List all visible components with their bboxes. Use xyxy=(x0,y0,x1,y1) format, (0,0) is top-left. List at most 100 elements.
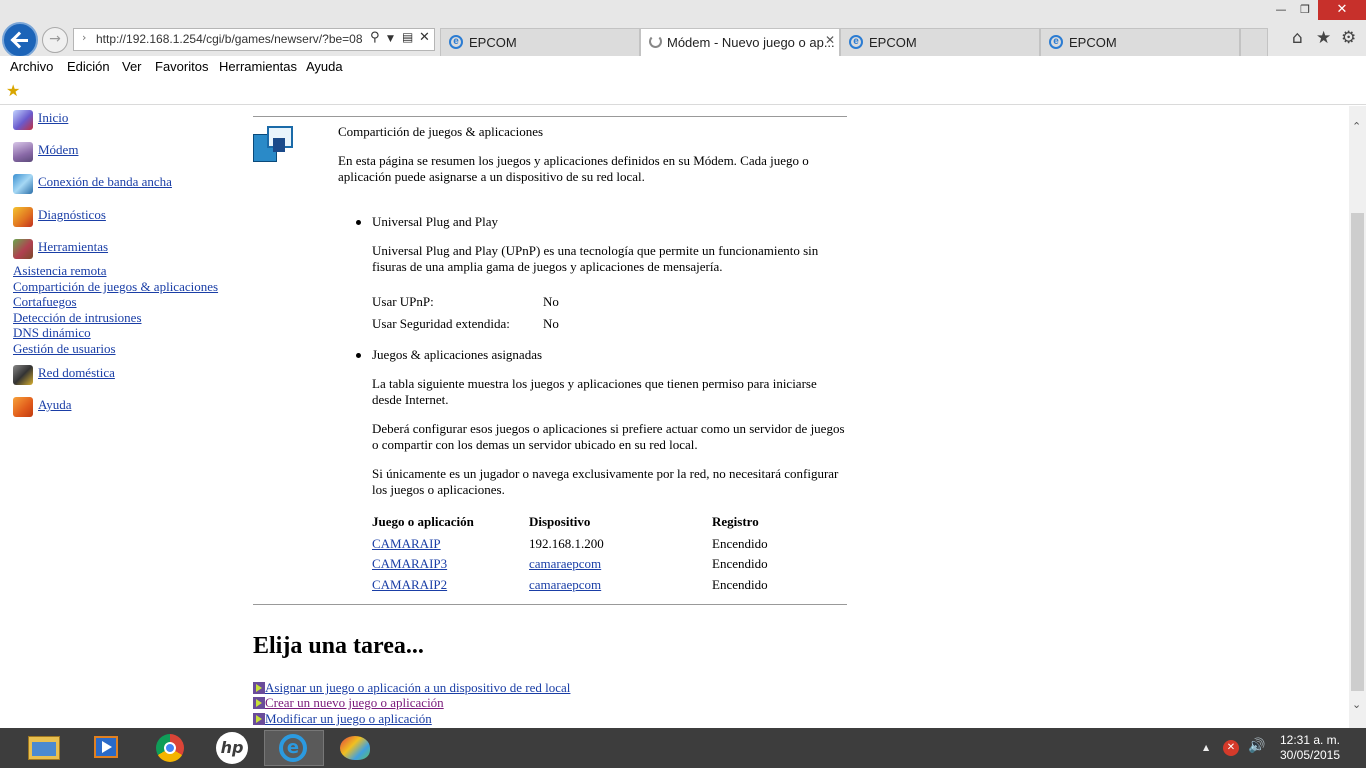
upnp-description: Universal Plug and Play (UPnP) es una te… xyxy=(372,243,819,274)
device-link[interactable]: camaraepcom xyxy=(529,556,601,572)
sidebar-item-modem[interactable]: Módem xyxy=(38,142,78,158)
tab-epcom-1[interactable]: e EPCOM xyxy=(440,28,640,56)
internet-explorer-icon[interactable]: e xyxy=(264,730,324,766)
sidebar-sub-comparticion[interactable]: Compartición de juegos & aplicaciones xyxy=(13,279,218,295)
scroll-down-icon[interactable]: ⌄ xyxy=(1352,698,1361,711)
address-url[interactable]: http://192.168.1.254/cgi/b/games/newserv… xyxy=(96,32,366,46)
task-modify-link[interactable]: Modificar un juego o aplicación xyxy=(265,711,432,727)
minimize-icon[interactable]: — xyxy=(1268,0,1294,20)
sidebar-item-banda-ancha[interactable]: Conexión de banda ancha xyxy=(38,174,172,190)
upnp-value: No xyxy=(543,294,559,309)
intro-text: En esta página se resumen los juegos y a… xyxy=(338,153,809,184)
task-create-link[interactable]: Crear un nuevo juego o aplicación xyxy=(265,695,444,711)
close-window-icon[interactable]: ✕ xyxy=(1318,0,1366,20)
search-icon[interactable]: ⚲ xyxy=(370,30,380,45)
assigned-para-1: La tabla siguiente muestra los juegos y … xyxy=(372,376,817,407)
ie-favicon-icon: e xyxy=(1049,35,1063,49)
clock[interactable]: 12:31 a. m. 30/05/2015 xyxy=(1270,733,1350,763)
paint-icon[interactable] xyxy=(326,730,386,766)
tab-epcom-2[interactable]: e EPCOM xyxy=(840,28,1040,56)
sidebar-sub-dns-dinamico[interactable]: DNS dinámico xyxy=(13,325,91,341)
extended-security-value: No xyxy=(543,316,559,331)
maximize-icon[interactable]: ❐ xyxy=(1292,0,1318,20)
clock-date: 30/05/2015 xyxy=(1279,748,1341,762)
home-icon[interactable]: ⌂ xyxy=(1292,28,1303,48)
task-arrow-icon xyxy=(253,713,265,725)
tab-label: Módem - Nuevo juego o ap... xyxy=(667,35,835,50)
sidebar-sub-cortafuegos[interactable]: Cortafuegos xyxy=(13,294,77,310)
vertical-scrollbar[interactable]: ⌃ ⌄ xyxy=(1349,106,1366,728)
sidebar-item-diagnosticos[interactable]: Diagnósticos xyxy=(38,207,106,223)
divider xyxy=(253,116,847,117)
tab-label: EPCOM xyxy=(869,35,917,50)
show-hidden-icons-icon[interactable]: ▲ xyxy=(1203,743,1209,752)
gear-icon[interactable]: ⚙ xyxy=(1341,28,1356,48)
broadband-icon xyxy=(13,174,33,194)
star-icon[interactable]: ★ xyxy=(1316,28,1331,48)
bullet xyxy=(356,220,361,225)
task-arrow-icon xyxy=(253,682,265,694)
file-explorer-icon[interactable] xyxy=(14,730,74,766)
app-link[interactable]: CAMARAIP3 xyxy=(372,556,447,572)
network-error-icon[interactable]: ✕ xyxy=(1223,740,1239,756)
address-bar[interactable]: › http://192.168.1.254/cgi/b/games/newse… xyxy=(73,28,435,51)
loading-spinner-icon xyxy=(649,35,662,48)
bullet xyxy=(356,353,361,358)
app-link[interactable]: CAMARAIP2 xyxy=(372,577,447,593)
sidebar-item-ayuda[interactable]: Ayuda xyxy=(38,397,71,413)
forward-arrow-icon[interactable]: → xyxy=(42,27,68,53)
column-header: Registro xyxy=(712,514,759,529)
section-title: Compartición de juegos & aplicaciones xyxy=(338,124,544,139)
menu-favoritos[interactable]: Favoritos xyxy=(155,59,208,74)
sidebar-item-inicio[interactable]: Inicio xyxy=(38,110,68,126)
menu-archivo[interactable]: Archivo xyxy=(10,59,53,74)
menu-edicion[interactable]: Edición xyxy=(67,59,110,74)
device-text: 192.168.1.200 xyxy=(529,536,604,551)
task-assign-link[interactable]: Asignar un juego o aplicación a un dispo… xyxy=(265,680,570,696)
menu-ver[interactable]: Ver xyxy=(122,59,142,74)
back-arrow-icon[interactable] xyxy=(2,22,38,58)
status-text: Encendido xyxy=(712,536,768,551)
tab-label: EPCOM xyxy=(1069,35,1117,50)
tools-icon xyxy=(13,239,33,259)
add-favorite-star-icon[interactable]: ★ xyxy=(6,81,20,100)
sidebar-sub-gestion-usuarios[interactable]: Gestión de usuarios xyxy=(13,341,116,357)
tab-epcom-3[interactable]: e EPCOM xyxy=(1040,28,1240,56)
menu-bar: Archivo Edición Ver Favoritos Herramient… xyxy=(0,56,1366,78)
tab-label: EPCOM xyxy=(469,35,517,50)
menu-ayuda[interactable]: Ayuda xyxy=(306,59,343,74)
upnp-label: Usar UPnP: xyxy=(372,294,434,309)
volume-icon[interactable]: 🔊 xyxy=(1248,738,1265,754)
sidebar-item-herramientas[interactable]: Herramientas xyxy=(38,239,108,255)
navigation-bar: → › http://192.168.1.254/cgi/b/games/new… xyxy=(0,22,1366,58)
windows-taskbar: hp e ▲ ✕ 🔊 12:31 a. m. 30/05/2015 xyxy=(0,728,1366,768)
new-tab-button[interactable] xyxy=(1240,28,1268,56)
sidebar-sub-asistencia-remota[interactable]: Asistencia remota xyxy=(13,263,107,279)
scroll-up-icon[interactable]: ⌃ xyxy=(1352,120,1361,133)
device-link[interactable]: camaraepcom xyxy=(529,577,601,593)
sidebar-item-red-domestica[interactable]: Red doméstica xyxy=(38,365,115,381)
stop-icon[interactable]: ✕ xyxy=(419,30,430,45)
assigned-para-2: Deberá configurar esos juegos o aplicaci… xyxy=(372,421,845,452)
hp-icon[interactable]: hp xyxy=(202,730,262,766)
compatibility-view-icon[interactable]: ▤ xyxy=(402,30,413,44)
ie-favicon-icon: e xyxy=(849,35,863,49)
menu-herramientas[interactable]: Herramientas xyxy=(219,59,297,74)
home-page-icon xyxy=(13,110,33,130)
home-network-icon xyxy=(13,365,33,385)
column-header: Juego o aplicación xyxy=(372,514,474,529)
help-icon xyxy=(13,397,33,417)
sidebar-sub-deteccion-intrusiones[interactable]: Detección de intrusiones xyxy=(13,310,142,326)
game-sharing-icon xyxy=(253,124,295,166)
assigned-heading: Juegos & aplicaciones asignadas xyxy=(372,347,543,362)
extended-security-label: Usar Seguridad extendida: xyxy=(372,316,510,331)
site-chevron-icon: › xyxy=(82,31,87,44)
close-tab-icon[interactable]: ✕ xyxy=(825,33,835,47)
dropdown-icon[interactable]: ▼ xyxy=(387,34,394,44)
tab-modem[interactable]: Módem - Nuevo juego o ap... ✕ xyxy=(640,28,840,56)
video-player-icon[interactable] xyxy=(76,730,136,766)
app-link[interactable]: CAMARAIP xyxy=(372,536,441,552)
task-title: Elija una tarea... xyxy=(253,633,424,659)
chrome-icon[interactable] xyxy=(140,730,200,766)
scroll-thumb[interactable] xyxy=(1351,213,1364,691)
